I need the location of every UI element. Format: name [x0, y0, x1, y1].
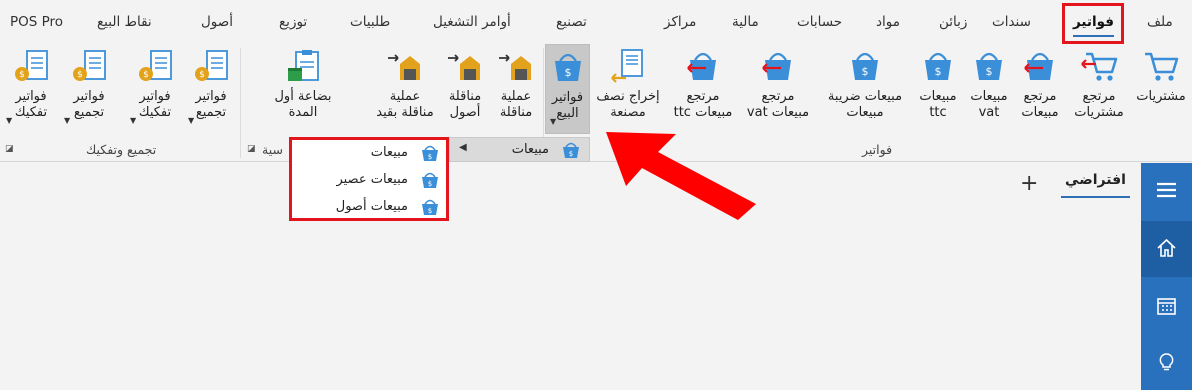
tab-file[interactable]: ملف [1147, 11, 1173, 33]
annotation-arrow-icon [606, 132, 756, 220]
tab-materials[interactable]: مواد [876, 11, 900, 33]
menu-icon [1157, 182, 1176, 198]
svg-text:$: $ [986, 65, 993, 78]
ribbon-tab-bar: ملف فواتير سندات زبائن مواد حسابات مالية… [0, 0, 1192, 44]
group-label-invoices: فواتير [862, 142, 893, 157]
disassembly-invoices-button-2[interactable]: $ فواتير تفكيك ▼ [4, 44, 58, 134]
home-icon [1157, 238, 1176, 257]
tab-requests[interactable]: طلبيات [350, 11, 390, 33]
svg-text:$: $ [77, 70, 83, 80]
sales-invoices-button[interactable]: $ فواتير البيع ▼ [545, 44, 590, 134]
tab-manufacturing[interactable]: تصنيع [556, 11, 587, 33]
dropdown-arrow-icon: ▼ [130, 116, 137, 125]
sales-ttc-button[interactable]: $ مبيعات ttc [913, 44, 963, 134]
svg-text:$: $ [428, 153, 432, 161]
dialog-launcher-icon[interactable]: ◪ [5, 144, 15, 154]
tab-assets[interactable]: أصول [201, 11, 233, 33]
sidebar-calendar-button[interactable] [1141, 279, 1192, 335]
add-view-button[interactable]: + [1020, 171, 1038, 196]
svg-text:$: $ [564, 66, 571, 79]
assembly-invoice-icon: $ [73, 50, 106, 81]
basket-dollar-icon: $ [554, 53, 581, 81]
sales-return-button[interactable]: مرتجع مبيعات [1014, 44, 1066, 134]
basket-dollar-icon: $ [563, 142, 579, 158]
sales-invoices-dropdown-menu: $ مبيعات $ مبيعات عصير $ مبيعات أصول [289, 137, 449, 221]
svg-text:$: $ [862, 65, 869, 78]
right-sidebar [1141, 163, 1192, 390]
basket-return-icon [762, 52, 791, 80]
opening-goods-button[interactable]: بضاعة أول المدة [266, 44, 340, 134]
asset-transfer-button[interactable]: مناقلة أصول [440, 44, 490, 134]
svg-text:$: $ [935, 65, 942, 78]
tab-pos[interactable]: نقاط البيع [97, 11, 152, 33]
dialog-launcher-icon[interactable]: ◪ [247, 144, 257, 154]
warehouse-transfer-icon [388, 54, 420, 80]
submenu-arrow-icon: ◀ [459, 142, 467, 153]
warehouse-transfer-icon [448, 54, 480, 80]
disassembly-invoices-button[interactable]: $ فواتير تفكيك ▼ [128, 44, 182, 134]
basket-return-icon [1024, 52, 1053, 80]
basket-return-icon [687, 52, 716, 80]
clipboard-calendar-icon [288, 50, 319, 81]
transfer-with-entry-button[interactable]: عملية مناقلة بقيد [373, 44, 437, 134]
sales-tax-button[interactable]: $ مبيعات ضريبة مبيعات [818, 44, 912, 134]
dropdown-arrow-icon: ▼ [550, 117, 557, 126]
svg-text:$: $ [143, 70, 149, 80]
transfer-operation-button[interactable]: عملية مناقلة [490, 44, 542, 134]
group-separator [240, 48, 241, 158]
sidebar-tips-button[interactable] [1141, 335, 1192, 390]
tab-customers[interactable]: زبائن [939, 11, 967, 33]
assembly-invoices-button[interactable]: $ فواتير تجميع ▼ [186, 44, 236, 134]
purchase-return-button[interactable]: مرتجع مشتريات [1068, 44, 1130, 134]
svg-text:$: $ [19, 70, 25, 80]
warehouse-transfer-icon [499, 54, 531, 80]
tab-distribution[interactable]: توزيع [279, 11, 307, 33]
tab-pos-pro[interactable]: POS Pro [10, 11, 63, 33]
tab-centers[interactable]: مراكز [664, 11, 696, 33]
basket-dollar-icon: $ [422, 145, 438, 161]
menu-item-sales[interactable]: $ مبيعات [292, 141, 446, 166]
basket-dollar-icon: $ [422, 199, 438, 215]
calendar-icon [1157, 298, 1176, 315]
assembly-invoice-icon: $ [195, 50, 228, 81]
tab-finance[interactable]: مالية [732, 11, 759, 33]
basket-dollar-icon: $ [925, 52, 951, 80]
main-content-area: + افتراضي [0, 163, 1141, 390]
tab-vouchers[interactable]: سندات [992, 11, 1031, 33]
svg-text:$: $ [569, 150, 573, 158]
shopping-cart-icon [1145, 52, 1179, 81]
document-output-icon [611, 49, 643, 83]
tab-default-view[interactable]: افتراضي [1061, 172, 1130, 198]
svg-text:$: $ [428, 180, 432, 188]
basket-dollar-icon: $ [976, 52, 1002, 80]
cart-return-icon [1081, 52, 1118, 81]
purchases-button[interactable]: مشتريات [1131, 44, 1191, 134]
svg-text:$: $ [199, 70, 205, 80]
group-label-assembly: تجميع وتفكيك [86, 142, 157, 157]
disassembly-invoice-icon: $ [15, 50, 48, 81]
lightbulb-icon [1159, 353, 1174, 371]
basket-dollar-icon: $ [422, 172, 438, 188]
assembly-invoices-button-2[interactable]: $ فواتير تجميع ▼ [62, 44, 116, 134]
svg-text:$: $ [428, 207, 432, 215]
ribbon: مشتريات مرتجع مشتريات مرتجع مبيعات $ مبي… [0, 44, 1192, 162]
tab-work-orders[interactable]: أوامر التشغيل [433, 11, 511, 33]
menu-item-juice-sales[interactable]: $ مبيعات عصير [292, 168, 446, 193]
sales-vat-button[interactable]: $ مبيعات vat [966, 44, 1012, 134]
group-label-transfers: سية [262, 142, 283, 157]
dropdown-arrow-icon: ▼ [64, 116, 71, 125]
sales-submenu-item[interactable]: ◀ مبيعات $ [449, 137, 590, 162]
dropdown-arrow-icon: ▼ [6, 116, 13, 125]
sidebar-home-button[interactable] [1141, 221, 1192, 277]
tab-accounts[interactable]: حسابات [797, 11, 842, 33]
menu-item-asset-sales[interactable]: $ مبيعات أصول [292, 195, 446, 220]
active-tab-highlight-box [1062, 3, 1124, 44]
basket-dollar-icon: $ [852, 52, 878, 80]
sidebar-menu-button[interactable] [1141, 163, 1192, 219]
dropdown-arrow-icon: ▼ [188, 116, 195, 125]
disassembly-invoice-icon: $ [139, 50, 172, 81]
